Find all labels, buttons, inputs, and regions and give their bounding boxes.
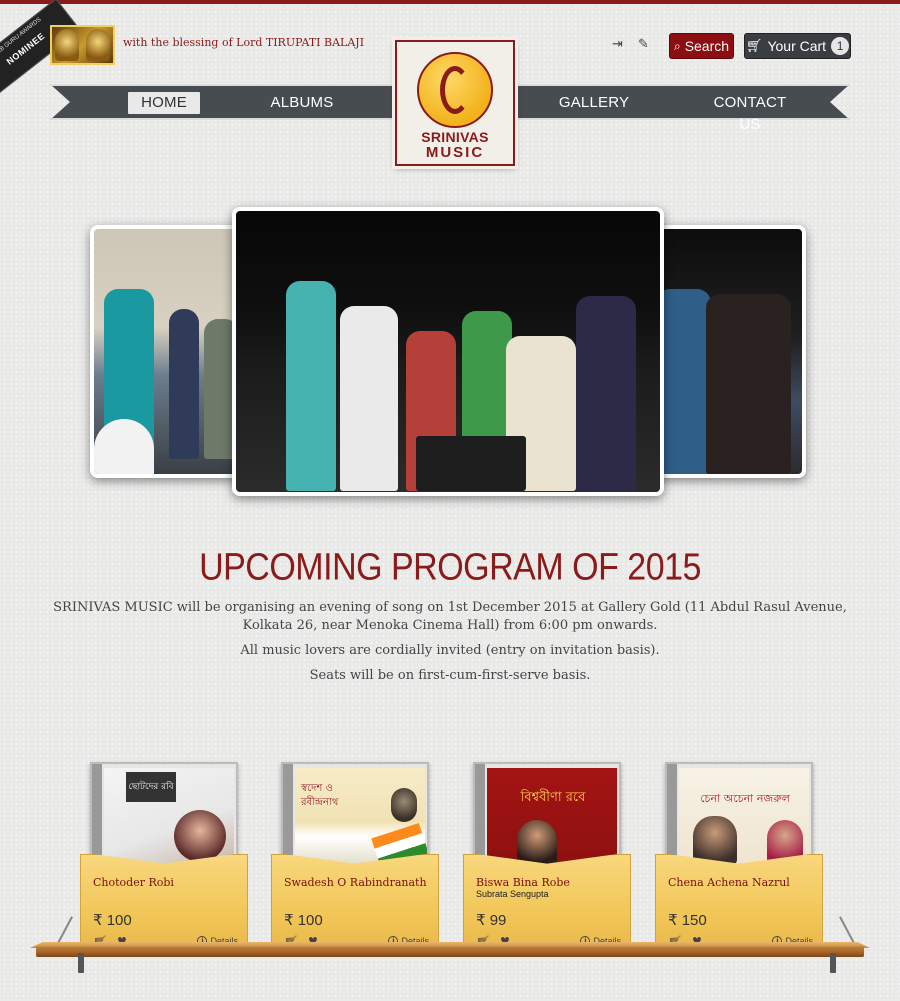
stage-speaker [416, 436, 526, 491]
deity-figure [55, 29, 80, 61]
shelf-wire [839, 916, 855, 944]
product-title[interactable]: Chena Achena Nazrul [668, 876, 790, 889]
person-figure [169, 309, 199, 459]
carousel-slide-next[interactable] [642, 225, 806, 478]
cart-count-badge: 1 [831, 37, 850, 55]
album-art: চেনা অচেনা নজরুল [679, 768, 809, 866]
product-price: ₹ 100 [284, 912, 323, 929]
cover-title-text: চেনা অচেনা নজরুল [700, 792, 790, 805]
product-price: ₹ 99 [476, 912, 507, 929]
product-card[interactable]: চেনা অচেনা নজরুল Chena Achena Nazrul ₹ 1… [655, 762, 823, 952]
carousel-slide-previous[interactable] [90, 225, 250, 478]
cart-button[interactable]: 🛒︎ Your Cart 1 [744, 33, 851, 59]
logo-line-1: SRINIVAS [421, 129, 489, 145]
search-button-label: Search [684, 38, 730, 54]
account-icons: ⇥ ✎ [612, 38, 652, 52]
logo-line-2: MUSIC [425, 144, 485, 161]
album-art: বিশ্ববীণা রবে [487, 768, 617, 866]
shelf-bracket [78, 953, 84, 973]
program-title: UPCOMING PROGRAM OF 2015 [199, 545, 701, 589]
album-cover[interactable]: স্বদেশ ও রবীন্দ্রনাথ [281, 762, 429, 870]
cd-spine [475, 764, 485, 868]
album-art: ছোটদের রবি [104, 768, 234, 866]
carousel-slide-active[interactable] [232, 207, 664, 496]
person-figure [286, 281, 336, 491]
product-card[interactable]: স্বদেশ ও রবীন্দ্রনাথ Swadesh O Rabindran… [271, 762, 439, 952]
nav-item-contact-us[interactable]: CONTACT US [702, 92, 798, 133]
cd-spine [667, 764, 677, 868]
nav-item-home[interactable]: HOME [128, 92, 200, 114]
cd-spine [283, 764, 293, 868]
cart-icon: 🛒︎ [745, 38, 763, 54]
program-paragraph: SRINIVAS MUSIC will be organising an eve… [53, 600, 847, 633]
program-paragraph: All music lovers are cordially invited (… [240, 643, 660, 658]
product-title[interactable]: Swadesh O Rabindranath [284, 876, 427, 889]
logo-emblem [417, 52, 493, 128]
album-cover[interactable]: ছোটদের রবি [90, 762, 238, 870]
product-price: ₹ 100 [93, 912, 132, 929]
singer-photo [174, 810, 226, 862]
shelf-bracket [830, 953, 836, 973]
product-card[interactable]: ছোটদের রবি Chotoder Robi ₹ 100 🛒︎ ♥ i De… [80, 762, 248, 952]
shelf-wire [57, 916, 73, 944]
product-card[interactable]: বিশ্ববীণা রবে Biswa Bina Robe Subrata Se… [463, 762, 631, 952]
person-figure [576, 296, 636, 491]
program-paragraph: Seats will be on first-cum-first-serve b… [309, 668, 591, 683]
album-cover[interactable]: চেনা অচেনা নজরুল [665, 762, 813, 870]
logo-glyph [440, 66, 470, 114]
register-icon[interactable]: ✎ [638, 38, 652, 52]
product-price: ₹ 150 [668, 912, 707, 929]
deity-figure [85, 29, 110, 61]
login-icon[interactable]: ⇥ [612, 38, 626, 52]
srinivas-music-logo[interactable]: SRINIVAS MUSIC [395, 40, 515, 166]
person-figure [340, 306, 398, 491]
person-figure [706, 294, 791, 474]
white-chair [94, 419, 154, 474]
search-icon: ⌕ [673, 38, 681, 53]
cover-title-text: বিশ্ববীণা রবে [520, 790, 586, 805]
tirupati-balaji-image [50, 25, 115, 65]
nav-item-gallery[interactable]: GALLERY [552, 92, 636, 114]
blessing-text: with the blessing of Lord TIRUPATI BALAJ… [123, 36, 365, 49]
album-cover[interactable]: বিশ্ববীণা রবে [473, 762, 621, 870]
cover-title-board: ছোটদের রবি [126, 772, 176, 802]
search-button[interactable]: ⌕ Search [669, 33, 734, 59]
product-title[interactable]: Chotoder Robi [93, 876, 174, 889]
nav-item-albums[interactable]: ALBUMS [262, 92, 342, 114]
cart-button-label: Your Cart [767, 38, 827, 54]
cd-spine [92, 764, 102, 868]
artist-photo [693, 816, 737, 864]
cover-title-text: স্বদেশ ও রবীন্দ্রনাথ [301, 783, 339, 808]
top-accent-line [0, 0, 900, 4]
album-art: স্বদেশ ও রবীন্দ্রনাথ [295, 768, 427, 868]
product-title[interactable]: Biswa Bina Robe [476, 876, 570, 889]
product-subtitle: Subrata Sengupta [476, 889, 549, 899]
artist-photo [517, 820, 557, 864]
portrait-graphic [391, 788, 417, 822]
person-figure [656, 289, 711, 474]
